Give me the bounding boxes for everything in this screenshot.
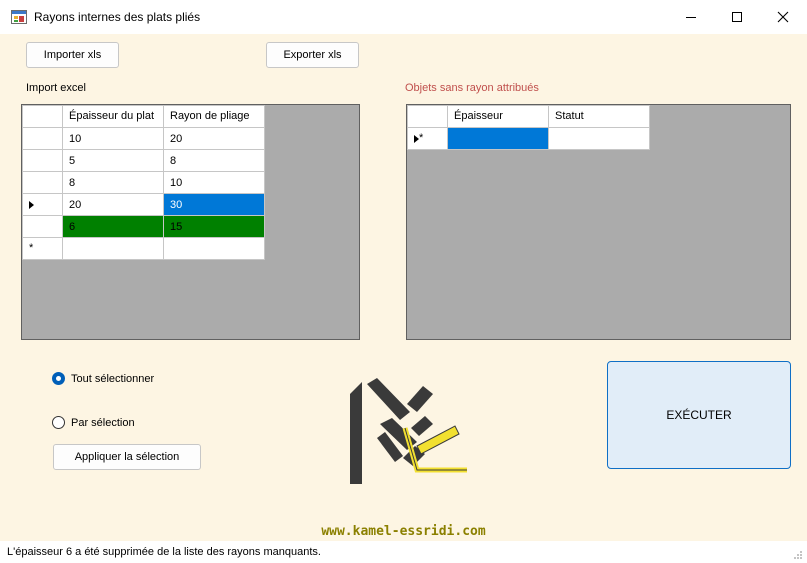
cell-rayon[interactable]: 20 [163, 127, 265, 150]
cell-epaisseur-selected[interactable] [447, 127, 549, 150]
col-header-statut[interactable]: Statut [548, 105, 650, 128]
new-row-star-icon: * [29, 242, 34, 255]
website-link[interactable]: www.kamel-essridi.com [0, 524, 807, 539]
ke-logo-icon [350, 378, 467, 484]
radio-label: Par sélection [71, 416, 135, 429]
close-icon [777, 11, 789, 23]
radio-checked-icon [52, 372, 65, 385]
col-header-epaisseur[interactable]: Épaisseur [447, 105, 549, 128]
table-row[interactable]: 5 8 [22, 149, 265, 172]
apply-selection-button[interactable]: Appliquer la sélection [53, 444, 201, 470]
cell-rayon-selected[interactable]: 30 [163, 193, 265, 216]
cell-epaisseur[interactable]: 8 [62, 171, 164, 194]
cell-epaisseur[interactable]: 6 [62, 215, 164, 238]
minimize-button[interactable] [668, 0, 714, 34]
col-header-rayon[interactable]: Rayon de pliage [163, 105, 265, 128]
cell-epaisseur[interactable] [62, 237, 164, 260]
status-text: L'épaisseur 6 a été supprimée de la list… [7, 546, 321, 558]
app-icon [11, 10, 27, 24]
corner-header[interactable] [22, 105, 63, 128]
new-row[interactable]: * [407, 127, 650, 150]
row-header[interactable] [22, 149, 63, 172]
cell-epaisseur[interactable]: 5 [62, 149, 164, 172]
cell-statut[interactable] [548, 127, 650, 150]
window-title: Rayons internes des plats pliés [34, 10, 201, 24]
current-row-arrow-icon [29, 200, 34, 209]
objets-sans-rayon-label: Objets sans rayon attribués [405, 82, 539, 94]
import-data-grid[interactable]: Épaisseur du plat Rayon de pliage 10 20 … [21, 104, 360, 340]
import-excel-label: Import excel [26, 82, 86, 94]
header-row: Épaisseur Statut [407, 105, 650, 128]
radio-tout-selectionner[interactable]: Tout sélectionner [52, 372, 154, 385]
title-bar: Rayons internes des plats pliés [0, 0, 807, 34]
corner-header[interactable] [407, 105, 448, 128]
maximize-button[interactable] [714, 0, 760, 34]
main-window: Rayons internes des plats pliés Importer… [0, 0, 807, 563]
execute-button[interactable]: EXÉCUTER [607, 361, 791, 469]
new-row-star-icon: * [419, 132, 424, 145]
missing-radius-grid[interactable]: Épaisseur Statut * [406, 104, 791, 340]
row-header[interactable] [22, 215, 63, 238]
export-xls-button[interactable]: Exporter xls [266, 42, 359, 68]
maximize-icon [732, 12, 742, 22]
row-header[interactable] [22, 127, 63, 150]
radio-unchecked-icon [52, 416, 65, 429]
cell-rayon[interactable]: 10 [163, 171, 265, 194]
resize-grip-icon[interactable] [793, 550, 803, 560]
cell-epaisseur[interactable]: 10 [62, 127, 164, 150]
table-row[interactable]: 8 10 [22, 171, 265, 194]
import-xls-button[interactable]: Importer xls [26, 42, 119, 68]
cell-epaisseur[interactable]: 20 [62, 193, 164, 216]
table-row-highlighted[interactable]: 6 15 [22, 215, 265, 238]
close-button[interactable] [760, 0, 806, 34]
missing-table: Épaisseur Statut * [407, 105, 650, 150]
cell-rayon[interactable]: 8 [163, 149, 265, 172]
import-table: Épaisseur du plat Rayon de pliage 10 20 … [22, 105, 265, 260]
row-header[interactable] [22, 171, 63, 194]
new-row-header[interactable]: * [407, 127, 448, 150]
radio-par-selection[interactable]: Par sélection [52, 416, 135, 429]
cell-rayon[interactable]: 15 [163, 215, 265, 238]
new-row[interactable]: * [22, 237, 265, 260]
table-row[interactable]: 10 20 [22, 127, 265, 150]
cell-rayon[interactable] [163, 237, 265, 260]
minimize-icon [686, 16, 696, 18]
radio-label: Tout sélectionner [71, 372, 155, 385]
new-row-header[interactable]: * [22, 237, 63, 260]
status-bar: L'épaisseur 6 a été supprimée de la list… [0, 541, 807, 563]
row-header-current[interactable] [22, 193, 63, 216]
header-row: Épaisseur du plat Rayon de pliage [22, 105, 265, 128]
table-row-current[interactable]: 20 30 [22, 193, 265, 216]
col-header-epaisseur[interactable]: Épaisseur du plat [62, 105, 164, 128]
